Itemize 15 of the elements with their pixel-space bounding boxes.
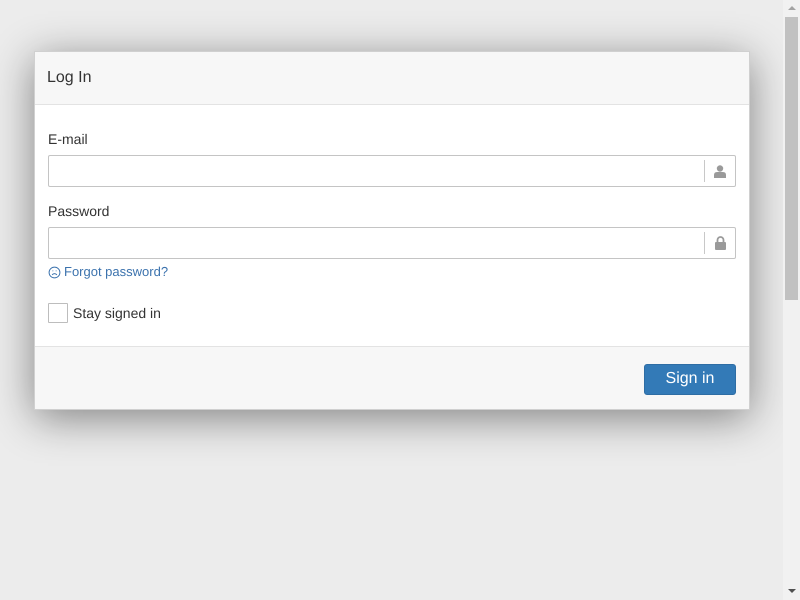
scroll-down-icon[interactable] bbox=[788, 589, 796, 593]
sign-in-button[interactable]: Sign in bbox=[644, 364, 736, 394]
frown-icon bbox=[48, 266, 61, 278]
forgot-password-link[interactable]: Forgot password? bbox=[48, 262, 168, 282]
input-field[interactable] bbox=[48, 155, 736, 187]
person-icon bbox=[714, 164, 726, 178]
field-label: E-mail bbox=[48, 130, 89, 149]
dialog-title: Log In bbox=[47, 68, 92, 88]
input-field[interactable] bbox=[48, 227, 736, 259]
lock-icon bbox=[714, 236, 726, 250]
field-label: Password bbox=[48, 202, 110, 221]
checkbox-label: Stay signed in bbox=[73, 304, 161, 323]
checkbox[interactable] bbox=[48, 303, 68, 323]
scroll-up-icon[interactable] bbox=[788, 6, 796, 10]
scrollbar-thumb[interactable] bbox=[785, 17, 798, 300]
